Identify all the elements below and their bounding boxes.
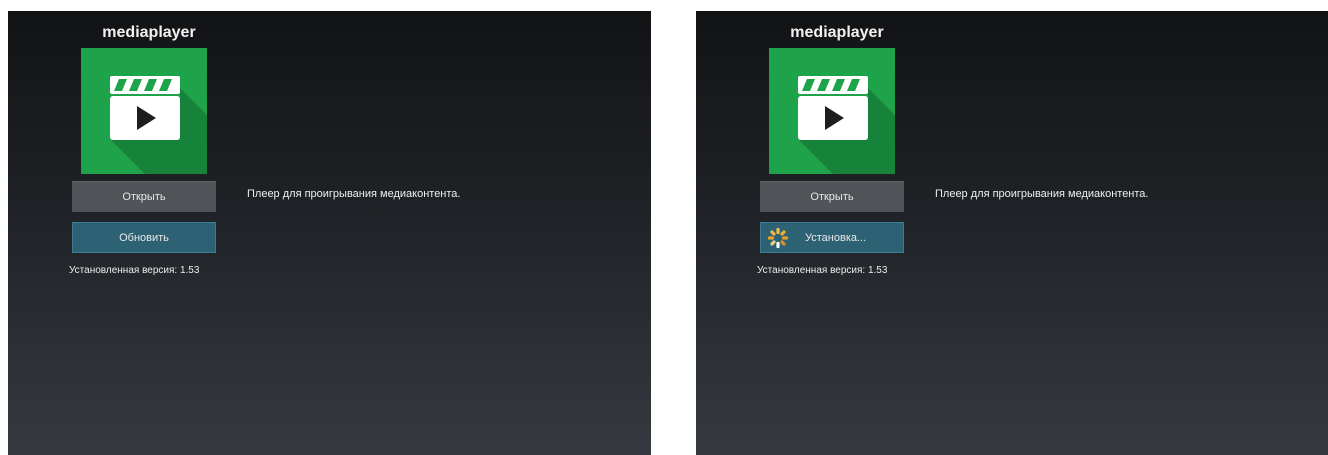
- spinner-icon: [767, 227, 789, 248]
- open-button[interactable]: Открыть: [72, 181, 216, 212]
- clapperboard-icon: [110, 76, 180, 140]
- app-title: mediaplayer: [790, 24, 884, 41]
- open-button[interactable]: Открыть: [760, 181, 904, 212]
- app-screen-installing: mediaplayer Открыть Установка... Установ…: [696, 11, 1328, 455]
- installing-label: Установка...: [805, 231, 867, 244]
- app-icon: [769, 48, 895, 174]
- installing-button: Установка...: [760, 222, 904, 253]
- installed-version: Установленная версия: 1.53: [757, 265, 888, 276]
- app-description: Плеер для проигрывания медиаконтента.: [935, 188, 1149, 200]
- update-button[interactable]: Обновить: [72, 222, 216, 253]
- app-title: mediaplayer: [102, 24, 196, 41]
- installed-version: Установленная версия: 1.53: [69, 265, 200, 276]
- clapperboard-icon: [798, 76, 868, 140]
- app-screen-update: mediaplayer Открыть Обновить Установленн…: [8, 11, 651, 455]
- app-description: Плеер для проигрывания медиаконтента.: [247, 188, 461, 200]
- app-icon: [81, 48, 207, 174]
